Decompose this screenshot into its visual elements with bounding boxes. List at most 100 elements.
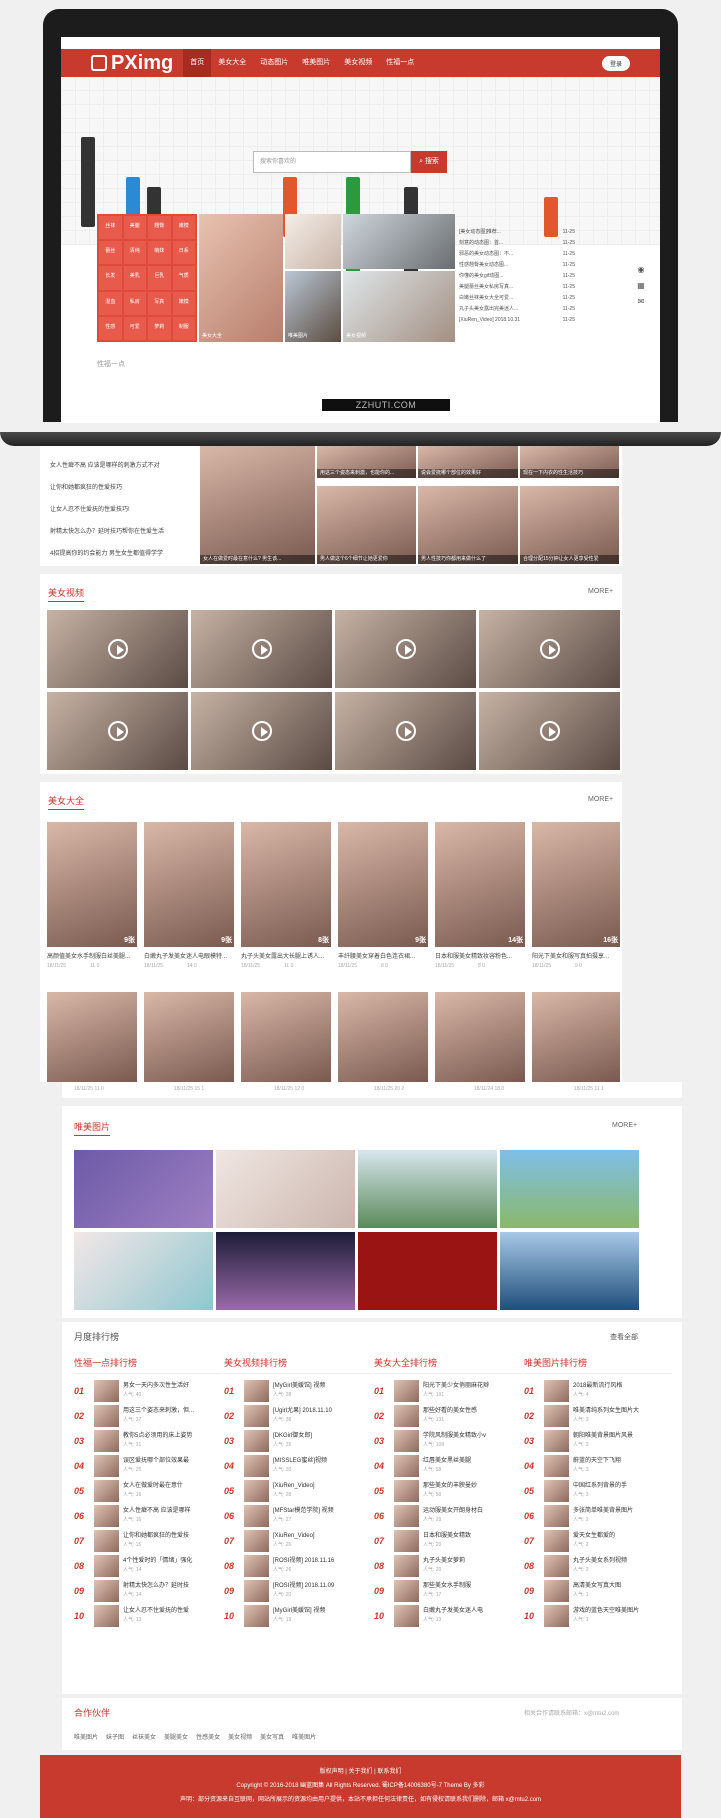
featured-gallery-photo[interactable]: 美女大全 <box>199 214 283 342</box>
rank-item-title[interactable]: [XiuRen_Video] <box>273 1533 315 1539</box>
menu-item-gallery[interactable]: 美女大全 <box>211 49 253 77</box>
ranking-row[interactable]: 09 [ROSI视频] 2018.11.09 人气: 20 <box>224 1578 372 1603</box>
rank-item-title[interactable]: 让你和她都疯狂的性爱技 <box>123 1533 189 1539</box>
rank-item-title[interactable]: 误区爱抚哪个部位效果最 <box>123 1458 189 1464</box>
rank-thumb[interactable] <box>94 1454 119 1477</box>
rank-thumb[interactable] <box>244 1554 269 1577</box>
ranking-row[interactable]: 06 运动服美女开朗身材白 人气: 29 <box>374 1503 522 1528</box>
rank-thumb[interactable] <box>244 1504 269 1527</box>
ranking-row[interactable]: 02 用这三个姿态来刺激，但... 人气: 37 <box>74 1403 222 1428</box>
weimei-thumb[interactable] <box>216 1232 355 1310</box>
rank-item-title[interactable]: 爱天女生都爱的 <box>573 1533 615 1539</box>
ranking-row[interactable]: 03 朝阳唯美背景图片风景 人气: 3 <box>524 1428 672 1453</box>
ranking-row[interactable]: 04 [MISSLEG蜜丝]视频 人气: 30 <box>224 1453 372 1478</box>
weimei-thumb[interactable] <box>216 1150 355 1228</box>
xingfu-list-item[interactable]: 射精太快怎么办？延时技巧帮你在性爱生活 <box>50 526 164 535</box>
news-item[interactable]: 美腿蕾丝美女私房写真... 11-25 <box>459 282 575 293</box>
video-thumb[interactable] <box>47 610 188 688</box>
video-thumb[interactable] <box>191 692 332 770</box>
news-item[interactable]: 刻意的动态图：首... 11-25 <box>459 238 575 249</box>
gallery-item-title[interactable]: 高颜值美女水手制服白丝美腿... <box>47 951 137 960</box>
ranking-row[interactable]: 04 蔚蓝的天空下飞翔 人气: 3 <box>524 1453 672 1478</box>
video-thumb[interactable] <box>335 692 476 770</box>
rank-thumb[interactable] <box>544 1404 569 1427</box>
ranking-row[interactable]: 08 4个性爱时的「情绪」强化 人气: 14 <box>74 1553 222 1578</box>
featured-beauty-photo[interactable]: 唯美图片 <box>285 271 341 342</box>
ranking-row[interactable]: 09 那些美女水手制服 人气: 17 <box>374 1578 522 1603</box>
ranking-row[interactable]: 09 射精太快怎么办？延时技 人气: 14 <box>74 1578 222 1603</box>
rank-thumb[interactable] <box>394 1479 419 1502</box>
xingfu-thumb[interactable]: 用这三个姿态来刺激，也能你的... <box>317 446 416 478</box>
rank-item-title[interactable]: [MISSLEG蜜丝]视频 <box>273 1458 327 1464</box>
gallery-item-title[interactable]: 日本和服美女精致妆容粉色... <box>435 951 525 960</box>
weimei-thumb[interactable] <box>500 1150 639 1228</box>
gallery-thumb[interactable] <box>47 992 137 1082</box>
rank-item-title[interactable]: 运动服美女开朗身材白 <box>423 1508 483 1514</box>
ranking-row[interactable]: 10 [MyGirl美媛馆] 视频 人气: 19 <box>224 1603 372 1628</box>
ranking-row[interactable]: 05 [XiuRen_Video] 人气: 28 <box>224 1478 372 1503</box>
news-item[interactable]: 丸子头美女露出完美迷人... 11-25 <box>459 304 575 315</box>
tag-item[interactable]: 嫩模 <box>172 216 195 240</box>
rank-thumb[interactable] <box>244 1579 269 1602</box>
tag-item[interactable]: 萌妹 <box>148 241 171 265</box>
rank-thumb[interactable] <box>544 1454 569 1477</box>
weimei-thumb[interactable] <box>74 1232 213 1310</box>
rank-item-title[interactable]: [MyGirl美媛馆] 视频 <box>273 1383 325 1389</box>
rank-thumb[interactable] <box>244 1429 269 1452</box>
rank-thumb[interactable] <box>94 1404 119 1427</box>
rank-item-title[interactable]: 用这三个姿态来刺激，但... <box>123 1408 194 1414</box>
video-thumb[interactable] <box>191 610 332 688</box>
ranking-row[interactable]: 02 唯美清纯系列女生图片大 人气: 3 <box>524 1403 672 1428</box>
rank-thumb[interactable] <box>94 1554 119 1577</box>
rank-thumb[interactable] <box>244 1404 269 1427</box>
rank-thumb[interactable] <box>244 1379 269 1402</box>
rank-item-title[interactable]: 女人在做爱时最在意什 <box>123 1483 183 1489</box>
partner-link[interactable]: 唯美图片 <box>74 1732 98 1741</box>
ranking-row[interactable]: 01 男女一天内多次性生活好 人气: 40 <box>74 1378 222 1403</box>
xingfu-list-item[interactable]: 4招提高你的约会能力 男生女生都值得学学 <box>50 548 163 557</box>
rank-item-title[interactable]: 红唇美女黑丝美腿 <box>423 1458 471 1464</box>
xingfu-thumb[interactable]: 合理分配15分钟让女人更享受性爱 <box>520 486 619 564</box>
tag-item[interactable]: 长发 <box>99 266 122 290</box>
video-more-link[interactable]: MORE+ <box>588 588 613 595</box>
ranking-view-all[interactable]: 查看全部 <box>610 1332 638 1342</box>
ranking-row[interactable]: 06 女人性癖不高 应该是哪样 人气: 16 <box>74 1503 222 1528</box>
ranking-row[interactable]: 01 [MyGirl美媛馆] 视频 人气: 38 <box>224 1378 372 1403</box>
rank-thumb[interactable] <box>544 1604 569 1627</box>
rank-thumb[interactable] <box>544 1579 569 1602</box>
menu-item-home[interactable]: 首页 <box>183 49 212 77</box>
partner-link[interactable]: 美腿美女 <box>164 1732 188 1741</box>
featured-photo[interactable] <box>343 214 455 269</box>
rank-thumb[interactable] <box>394 1529 419 1552</box>
ranking-row[interactable]: 04 红唇美女黑丝美腿 人气: 58 <box>374 1453 522 1478</box>
news-item[interactable]: [美女动态图]推荐... 11-25 <box>459 227 575 238</box>
featured-photo[interactable] <box>285 214 341 269</box>
tag-item[interactable]: 萝莉 <box>148 316 171 340</box>
mail-icon[interactable]: ✉ <box>633 294 649 310</box>
menu-item-video[interactable]: 美女视频 <box>337 49 379 77</box>
rank-item-title[interactable]: 那些好看的美女性感 <box>423 1408 477 1414</box>
gallery-thumb[interactable] <box>338 992 428 1082</box>
news-item[interactable]: 性感翘臀美女动态图... 11-25 <box>459 260 575 271</box>
gallery-item-title[interactable]: 白嫩丸子发美女迷人电眼模特... <box>144 951 234 960</box>
ranking-row[interactable]: 03 教你5点必须用的床上姿势 人气: 31 <box>74 1428 222 1453</box>
tag-item[interactable]: 混血 <box>99 291 122 315</box>
ranking-row[interactable]: 05 中国红系列背景的手 人气: 3 <box>524 1478 672 1503</box>
ranking-row[interactable]: 03 [DKGirl御女郎] 人气: 35 <box>224 1428 372 1453</box>
weimei-thumb[interactable] <box>74 1150 213 1228</box>
video-thumb[interactable] <box>479 610 620 688</box>
partner-link[interactable]: 妹子图 <box>106 1732 124 1741</box>
rank-item-title[interactable]: 那些美女的丰腴曼妙 <box>423 1483 477 1489</box>
rank-thumb[interactable] <box>244 1529 269 1552</box>
rss-icon[interactable]: ◉ <box>633 262 649 278</box>
news-item[interactable]: 白嫩丝袜美女大全可爱... 11-25 <box>459 293 575 304</box>
weimei-more-link[interactable]: MORE+ <box>612 1122 637 1129</box>
gallery-item-title[interactable]: 丰纤腰美女穿着白色连衣裙... <box>338 951 428 960</box>
ranking-row[interactable]: 10 白嫩丸子发美女迷人电 人气: 13 <box>374 1603 522 1628</box>
rank-thumb[interactable] <box>544 1529 569 1552</box>
rank-thumb[interactable] <box>94 1479 119 1502</box>
partner-link[interactable]: 美女写真 <box>260 1732 284 1741</box>
gallery-thumb[interactable]: 14张 <box>435 822 525 947</box>
tag-item[interactable]: 气质 <box>172 266 195 290</box>
rank-thumb[interactable] <box>394 1454 419 1477</box>
